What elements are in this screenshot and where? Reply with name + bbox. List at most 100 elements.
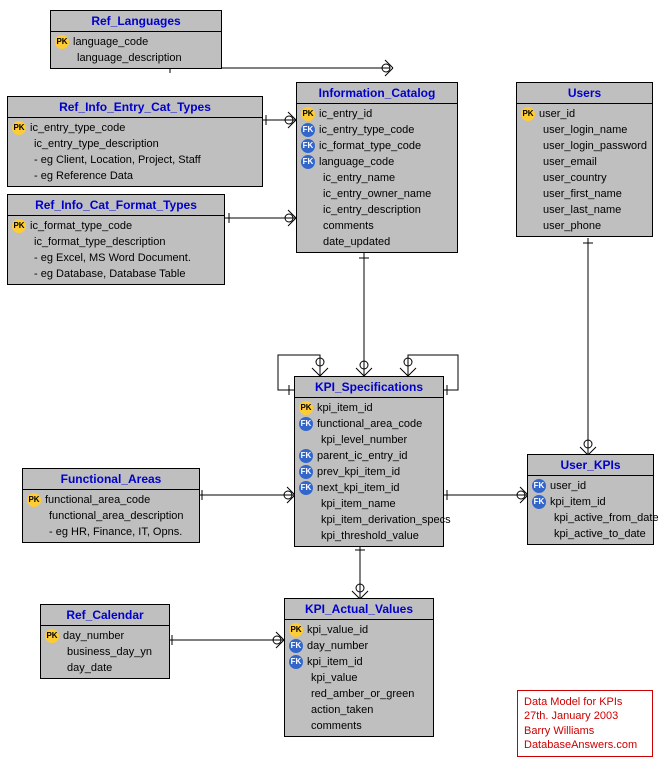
attr-name: kpi_item_id [550, 496, 606, 508]
no-key-icon [532, 527, 550, 541]
no-key-icon [299, 529, 317, 543]
pk-icon: PK [27, 493, 41, 507]
no-key-icon [27, 525, 45, 539]
attr-name: user_id [550, 480, 586, 492]
attr-name: parent_ic_entry_id [317, 450, 408, 462]
fk-icon: FK [299, 449, 313, 463]
no-key-icon [521, 155, 539, 169]
attr-name: language_description [77, 52, 182, 64]
attr-name: kpi_level_number [321, 434, 407, 446]
attr-name: ic_entry_type_description [34, 138, 159, 150]
entity-body: PKkpi_value_id FK day_number FKkpi_item_i… [285, 620, 433, 736]
attr-name: kpi_item_derivation_specs [321, 514, 451, 526]
attr-name: kpi_active_to_date [554, 528, 646, 540]
entity-users: Users PKuser_id user_login_name user_log… [516, 82, 653, 237]
attr-name: ic_format_type_description [34, 236, 165, 248]
attr-name: ic_entry_name [323, 172, 395, 184]
attr-row: FKkpi_item_id [285, 654, 433, 670]
attr-name: ic_entry_type_code [319, 124, 414, 136]
attr-name: business_day_yn [67, 646, 152, 658]
note-line: Data Model for KPIs [524, 695, 646, 709]
attr-row: FK day_number [285, 638, 433, 654]
no-key-icon [299, 497, 317, 511]
attr-name: day_number [307, 640, 368, 652]
entity-body: PKic_format_type_code ic_format_type_des… [8, 216, 224, 284]
attr-row: kpi_item_name [295, 496, 443, 512]
attr-name: kpi_item_name [321, 498, 396, 510]
no-key-icon [301, 187, 319, 201]
attr-name: - eg HR, Finance, IT, Opns. [49, 526, 182, 538]
attr-row: PKkpi_value_id [285, 622, 433, 638]
attr-row: PKfunctional_area_code [23, 492, 199, 508]
entity-title: Ref_Languages [51, 11, 221, 32]
pk-icon: PK [12, 121, 26, 135]
no-key-icon [12, 169, 30, 183]
attr-name: ic_entry_owner_name [323, 188, 431, 200]
attr-row: kpi_active_to_date [528, 526, 653, 542]
attr-name: ic_entry_description [323, 204, 421, 216]
attr-row: FKic_entry_type_code [297, 122, 457, 138]
no-key-icon [301, 219, 319, 233]
attr-row: comments [285, 718, 433, 734]
attr-row: - eg HR, Finance, IT, Opns. [23, 524, 199, 540]
fk-icon: FK [301, 155, 315, 169]
pk-icon: PK [12, 219, 26, 233]
entity-title: KPI_Actual_Values [285, 599, 433, 620]
attr-name: red_amber_or_green [311, 688, 414, 700]
attr-row: day_date [41, 660, 169, 676]
attr-name: ic_format_type_code [319, 140, 421, 152]
attr-row: user_email [517, 154, 652, 170]
attr-row: kpi_item_derivation_specs [295, 512, 443, 528]
no-key-icon [55, 51, 73, 65]
attr-name: - eg Client, Location, Project, Staff [34, 154, 201, 166]
no-key-icon [45, 661, 63, 675]
entity-title: Ref_Calendar [41, 605, 169, 626]
attr-row: business_day_yn [41, 644, 169, 660]
pk-icon: PK [289, 623, 303, 637]
attr-row: PKday_number [41, 628, 169, 644]
fk-icon: FK [532, 479, 546, 493]
attr-row: kpi_active_from_date [528, 510, 653, 526]
attr-name: - eg Excel, MS Word Document. [34, 252, 191, 264]
attr-row: comments [297, 218, 457, 234]
no-key-icon [289, 671, 307, 685]
attr-name: kpi_value [311, 672, 357, 684]
entity-kpi-actual-values: KPI_Actual_Values PKkpi_value_id FK day_n… [284, 598, 434, 737]
attr-name: ic_entry_type_code [30, 122, 125, 134]
attr-row: language_description [51, 50, 221, 66]
no-key-icon [301, 203, 319, 217]
attr-row: user_country [517, 170, 652, 186]
attr-name: kpi_item_id [307, 656, 363, 668]
no-key-icon [12, 137, 30, 151]
entity-kpi-specifications: KPI_Specifications PKkpi_item_id FKfunct… [294, 376, 444, 547]
attr-row: ic_entry_name [297, 170, 457, 186]
attr-row: - eg Client, Location, Project, Staff [8, 152, 262, 168]
attr-name: kpi_active_from_date [554, 512, 659, 524]
entity-user-kpis: User_KPIs FKuser_id FKkpi_item_id kpi_ac… [527, 454, 654, 545]
attr-row: kpi_threshold_value [295, 528, 443, 544]
attr-name: ic_entry_id [319, 108, 372, 120]
no-key-icon [521, 123, 539, 137]
attr-name: comments [311, 720, 362, 732]
attr-row: ic_format_type_description [8, 234, 224, 250]
attr-name: user_last_name [543, 204, 621, 216]
entity-title: Ref_Info_Entry_Cat_Types [8, 97, 262, 118]
pk-icon: PK [55, 35, 69, 49]
pk-icon: PK [301, 107, 315, 121]
attr-name: functional_area_code [317, 418, 422, 430]
attr-row: user_last_name [517, 202, 652, 218]
attr-row: PKkpi_item_id [295, 400, 443, 416]
note-line: 27th. January 2003 [524, 709, 646, 723]
attr-row: PKic_format_type_code [8, 218, 224, 234]
attr-row: functional_area_description [23, 508, 199, 524]
attr-row: FKnext_kpi_item_id [295, 480, 443, 496]
entity-information-catalog: Information_Catalog PKic_entry_id FKic_e… [296, 82, 458, 253]
fk-icon: FK [299, 481, 313, 495]
no-key-icon [12, 235, 30, 249]
no-key-icon [299, 513, 317, 527]
attr-name: action_taken [311, 704, 373, 716]
attr-name: kpi_threshold_value [321, 530, 419, 542]
entity-title: Users [517, 83, 652, 104]
fk-icon: FK [289, 639, 303, 653]
entity-body: PKfunctional_area_code functional_area_d… [23, 490, 199, 542]
